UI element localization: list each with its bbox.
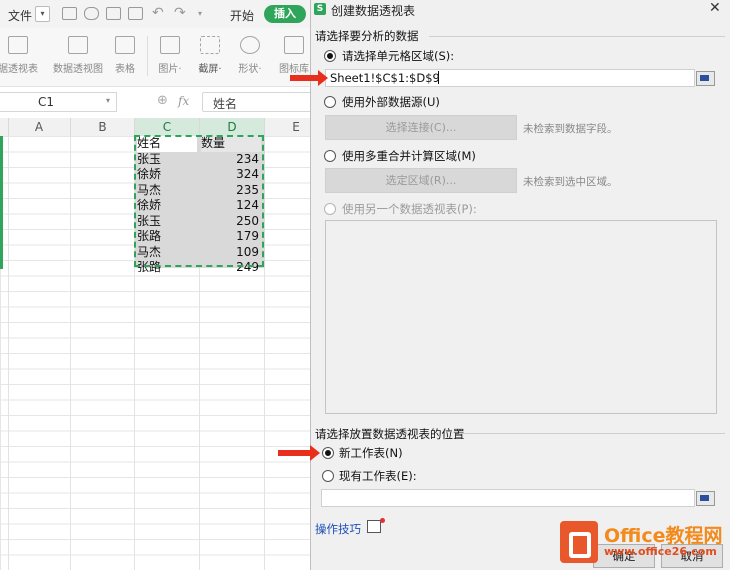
screenshot-label: 截屏· xyxy=(198,64,222,75)
name-box-value: C1 xyxy=(38,95,55,109)
pivot-table-label: 据透视表 xyxy=(0,64,38,75)
radio-new-sheet-label[interactable]: 新工作表(N) xyxy=(339,445,403,461)
tips-link[interactable]: 操作技巧 xyxy=(315,521,361,537)
redo-icon[interactable]: ↷ xyxy=(174,5,186,21)
screenshot-icon xyxy=(200,36,220,54)
file-menu-dropdown[interactable]: ▾ xyxy=(35,6,50,22)
office-logo-icon xyxy=(560,521,598,563)
table-icon xyxy=(115,36,135,54)
text-caret xyxy=(438,71,439,84)
shape-button[interactable]: 形状· xyxy=(232,34,268,82)
wps-logo-icon: S xyxy=(314,3,326,15)
range-input[interactable]: Sheet1!$C$1:$D$9 xyxy=(325,69,695,87)
choose-connection-button[interactable]: 选择连接(C)... xyxy=(325,115,517,140)
select-region-button[interactable]: 选定区域(R)... xyxy=(325,168,517,193)
picture-button[interactable]: 图片· xyxy=(152,34,188,82)
dialog-title: 创建数据透视表 xyxy=(331,4,416,18)
picture-label: 图片· xyxy=(158,64,182,75)
icon-library-icon xyxy=(284,36,304,54)
format-painter-icon[interactable] xyxy=(84,7,99,20)
grid-line xyxy=(70,136,71,570)
no-region-note: 未检索到选中区域。 xyxy=(523,176,618,188)
radio-new-sheet[interactable] xyxy=(322,447,334,459)
file-menu[interactable]: 文件 xyxy=(8,7,32,24)
column-header-e[interactable]: E xyxy=(265,118,310,136)
radio-cell-range[interactable] xyxy=(324,50,336,62)
section-analyze-data: 请选择要分析的数据 xyxy=(315,29,419,43)
shape-icon xyxy=(240,36,260,54)
watermark-title: Office教程网 xyxy=(604,525,723,547)
radio-existing-sheet[interactable] xyxy=(322,470,334,482)
tab-start[interactable]: 开始 xyxy=(230,7,254,24)
quick-access-chevron-icon[interactable]: ▾ xyxy=(198,9,202,18)
column-header-a[interactable]: A xyxy=(8,118,71,136)
radio-multiple-ranges-label[interactable]: 使用多重合并计算区域(M) xyxy=(342,148,476,164)
grid-line xyxy=(8,136,9,570)
section-divider xyxy=(459,433,725,434)
pivot-chart-label: 数据透视图 xyxy=(53,64,103,75)
section-divider xyxy=(429,36,725,37)
print-icon[interactable] xyxy=(106,7,121,20)
annotation-arrow xyxy=(290,70,328,86)
row-selection-indicator xyxy=(0,136,3,269)
undo-icon[interactable]: ↶ xyxy=(152,5,164,21)
column-header-d[interactable]: D xyxy=(200,118,265,136)
existing-sheet-input[interactable] xyxy=(321,489,695,507)
save-icon[interactable] xyxy=(62,7,77,20)
existing-range-picker-icon[interactable] xyxy=(696,491,715,506)
column-header-b[interactable]: B xyxy=(71,118,135,136)
no-fields-note: 未检索到数据字段。 xyxy=(523,123,618,135)
close-icon[interactable]: ✕ xyxy=(709,0,721,16)
radio-existing-sheet-label[interactable]: 现有工作表(E): xyxy=(339,468,417,484)
pivot-table-button[interactable]: 据透视表 xyxy=(0,34,42,82)
spreadsheet-window: 文件 ▾ ↶ ↷ ▾ 开始 插入 据透视表 数据透视图 表格 图片· 截屏· 形… xyxy=(0,0,310,570)
formula-value: 姓名 xyxy=(213,97,238,111)
name-box[interactable]: C1 ▾ xyxy=(0,92,117,112)
notification-dot xyxy=(380,518,385,523)
radio-external-source[interactable] xyxy=(324,96,336,108)
range-input-value: Sheet1!$C$1:$D$9 xyxy=(330,71,440,85)
screenshot-button[interactable]: 截屏· xyxy=(192,34,228,82)
radio-multiple-ranges[interactable] xyxy=(324,150,336,162)
fx-icon[interactable]: fx xyxy=(178,94,189,108)
range-picker-icon[interactable] xyxy=(696,71,715,86)
dialog-titlebar: S 创建数据透视表 ✕ xyxy=(311,0,730,18)
icon-library-label: 图标库 xyxy=(279,64,309,75)
pivot-table-icon xyxy=(8,36,28,54)
menu-bar: 文件 ▾ ↶ ↷ ▾ 开始 插入 xyxy=(0,0,310,29)
formula-input[interactable]: 姓名 xyxy=(202,92,310,112)
watermark: Office教程网 www.office26.com xyxy=(560,519,730,567)
pivot-chart-button[interactable]: 数据透视图 xyxy=(50,34,106,82)
shape-label: 形状· xyxy=(238,64,262,75)
formula-bar: C1 ▾ ⊕ fx 姓名 xyxy=(0,92,310,112)
watermark-url: www.office26.com xyxy=(604,545,717,558)
create-pivot-table-dialog: S 创建数据透视表 ✕ 请选择要分析的数据 请选择单元格区域(S): Sheet… xyxy=(310,0,730,570)
insert-ribbon: 据透视表 数据透视图 表格 图片· 截屏· 形状· 图标库 xyxy=(0,28,310,87)
ribbon-divider xyxy=(147,36,148,76)
pivot-chart-icon xyxy=(68,36,88,54)
marching-ants-border xyxy=(134,135,264,267)
table-button[interactable]: 表格 xyxy=(110,34,140,82)
section-placement: 请选择放置数据透视表的位置 xyxy=(315,427,465,441)
video-tips-icon[interactable] xyxy=(367,520,381,533)
print-preview-icon[interactable] xyxy=(128,7,143,20)
radio-other-pivot[interactable] xyxy=(324,203,336,215)
tab-insert[interactable]: 插入 xyxy=(264,5,306,23)
name-box-chevron-icon[interactable]: ▾ xyxy=(106,96,110,105)
picture-icon xyxy=(160,36,180,54)
radio-other-pivot-label[interactable]: 使用另一个数据透视表(P): xyxy=(342,201,477,217)
pivot-table-list[interactable] xyxy=(325,220,717,414)
table-label: 表格 xyxy=(115,64,135,75)
radio-cell-range-label[interactable]: 请选择单元格区域(S): xyxy=(342,48,454,64)
column-header-c[interactable]: C xyxy=(135,118,200,136)
radio-external-source-label[interactable]: 使用外部数据源(U) xyxy=(342,94,440,110)
zoom-icon[interactable]: ⊕ xyxy=(157,93,168,108)
annotation-arrow xyxy=(278,445,320,461)
